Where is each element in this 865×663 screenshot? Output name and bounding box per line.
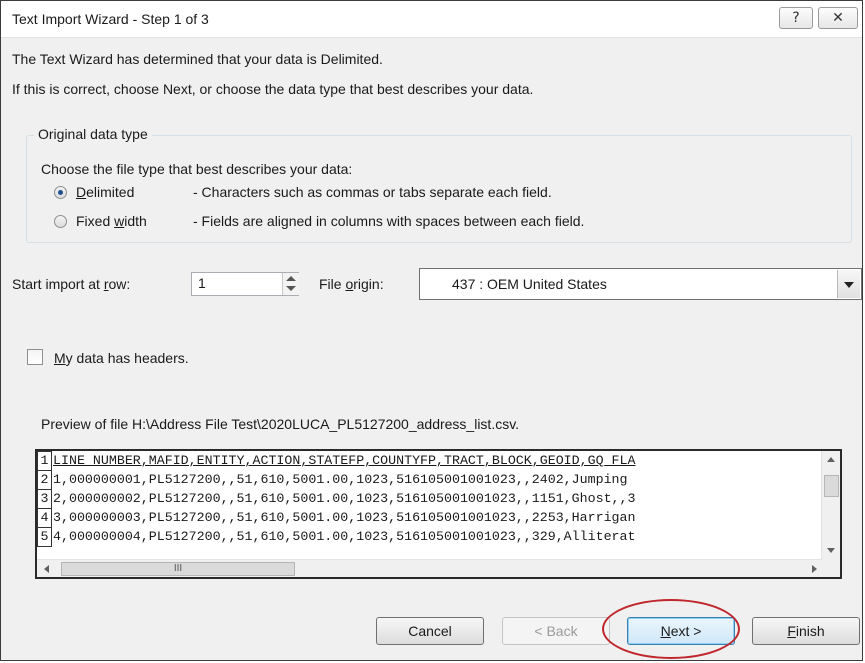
spin-down-icon[interactable] [286,286,296,291]
scroll-down-icon[interactable] [827,548,835,553]
horizontal-scroll-thumb[interactable]: III [61,562,295,576]
help-icon: ? [792,10,800,26]
preview-line: 2 1,000000001,PL5127200,,51,610,5001.00,1… [37,470,824,490]
spin-up-icon[interactable] [286,276,296,281]
preview-line: 1 LINE_NUMBER,MAFID,ENTITY,ACTION,STATEFP… [37,451,824,471]
preview-vertical-scrollbar[interactable] [821,451,840,559]
file-preview[interactable]: 1 LINE_NUMBER,MAFID,ENTITY,ACTION,STATEFP… [35,449,842,579]
help-button[interactable]: ? [779,7,813,29]
start-row-label: Start import at row: [12,276,131,292]
scroll-right-icon[interactable] [812,565,817,573]
file-type-prompt: Choose the file type that best describes… [41,161,353,177]
preview-caption: Preview of file H:\Address File Test\202… [41,416,520,432]
finish-button[interactable]: Finish [752,617,860,645]
text-import-wizard-dialog: Text Import Wizard - Step 1 of 3 ? ✕ The… [0,0,863,661]
scroll-up-icon[interactable] [827,457,835,462]
fixed-width-description: - Fields are aligned in columns with spa… [193,213,585,229]
preview-lines: 1 LINE_NUMBER,MAFID,ENTITY,ACTION,STATEFP… [37,451,824,559]
preview-line: 3 2,000000002,PL5127200,,51,610,5001.00,1… [37,489,824,509]
close-button[interactable]: ✕ [818,7,858,29]
file-origin-label: File origin: [319,276,384,292]
group-legend: Original data type [34,126,152,142]
preview-horizontal-scrollbar[interactable]: III [37,559,824,577]
preview-line: 5 4,000000004,PL5127200,,51,610,5001.00,1… [37,527,824,547]
start-row-spinner[interactable] [282,273,299,295]
dialog-title: Text Import Wizard - Step 1 of 3 [12,11,209,27]
back-button[interactable]: < Back [502,617,610,645]
scroll-left-icon[interactable] [44,565,49,573]
delimited-label-rest: elimited [86,184,135,200]
chevron-down-icon[interactable] [837,270,860,298]
vertical-scroll-thumb[interactable] [824,475,839,497]
next-button[interactable]: Next > [627,617,735,645]
intro-line-1: The Text Wizard has determined that your… [12,51,383,67]
delimited-label[interactable]: Delimited [76,184,134,200]
intro-line-2: If this is correct, choose Next, or choo… [12,81,534,97]
scrollbar-corner [822,559,840,577]
headers-checkbox-label[interactable]: My data has headers. [54,350,189,366]
title-bar: Text Import Wizard - Step 1 of 3 ? ✕ [1,1,862,38]
preview-line: 4 3,000000003,PL5127200,,51,610,5001.00,1… [37,508,824,528]
delimited-radio[interactable] [54,186,67,199]
cancel-button[interactable]: Cancel [376,617,484,645]
fixed-width-label[interactable]: Fixed width [76,213,147,229]
file-origin-dropdown[interactable]: 437 : OEM United States [419,268,862,300]
file-origin-value: 437 : OEM United States [452,276,607,292]
fixed-width-radio[interactable] [54,215,67,228]
headers-checkbox[interactable] [27,349,43,365]
delimited-description: - Characters such as commas or tabs sepa… [193,184,552,200]
close-icon: ✕ [832,10,844,26]
